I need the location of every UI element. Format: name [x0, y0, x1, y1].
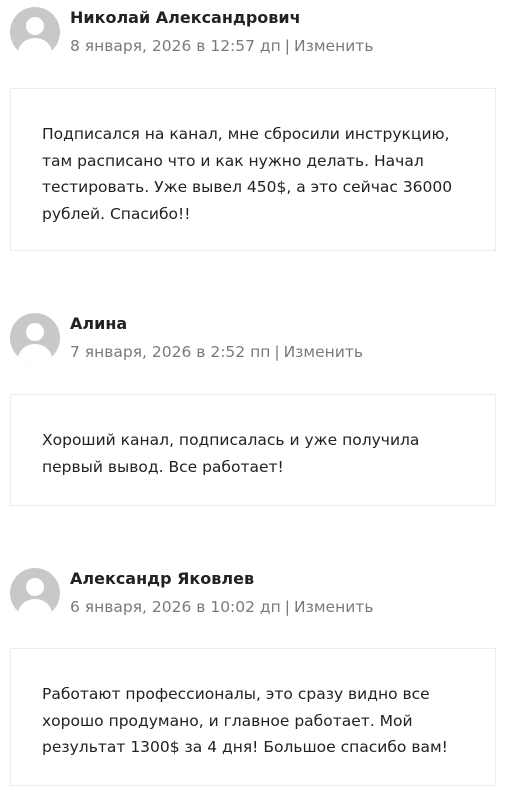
edit-comment-link[interactable]: Изменить: [294, 598, 373, 616]
user-avatar-icon: [10, 568, 60, 618]
comment-body: Подписался на канал, мне сбросили инстру…: [10, 88, 496, 251]
comment-meta: 6 января, 2026 в 10:02 дп | Изменить: [70, 598, 373, 616]
comment-date: 8 января, 2026 в 12:57 дп: [70, 37, 281, 55]
meta-separator: |: [284, 37, 291, 55]
comment-text: Работают профессионалы, это сразу видно …: [42, 685, 448, 756]
comment-author: Александр Яковлев: [70, 569, 255, 588]
comment-meta: 8 января, 2026 в 12:57 дп | Изменить: [70, 37, 373, 55]
comment-body: Хороший канал, подписалась и уже получил…: [10, 394, 496, 506]
comment-date: 6 января, 2026 в 10:02 дп: [70, 598, 281, 616]
comment-text: Подписался на канал, мне сбросили инстру…: [42, 125, 453, 223]
edit-comment-link[interactable]: Изменить: [294, 37, 373, 55]
comment-text: Хороший канал, подписалась и уже получил…: [42, 431, 420, 476]
meta-separator: |: [284, 598, 291, 616]
user-avatar-icon: [10, 7, 60, 57]
comment-date: 7 января, 2026 в 2:52 пп: [70, 343, 271, 361]
comment-body: Работают профессионалы, это сразу видно …: [10, 648, 496, 786]
comment-author: Николай Александрович: [70, 8, 301, 27]
user-avatar-icon: [10, 313, 60, 363]
comment-meta: 7 января, 2026 в 2:52 пп | Изменить: [70, 343, 363, 361]
meta-separator: |: [274, 343, 280, 361]
comment-author: Алина: [70, 314, 128, 333]
edit-comment-link[interactable]: Изменить: [284, 343, 363, 361]
